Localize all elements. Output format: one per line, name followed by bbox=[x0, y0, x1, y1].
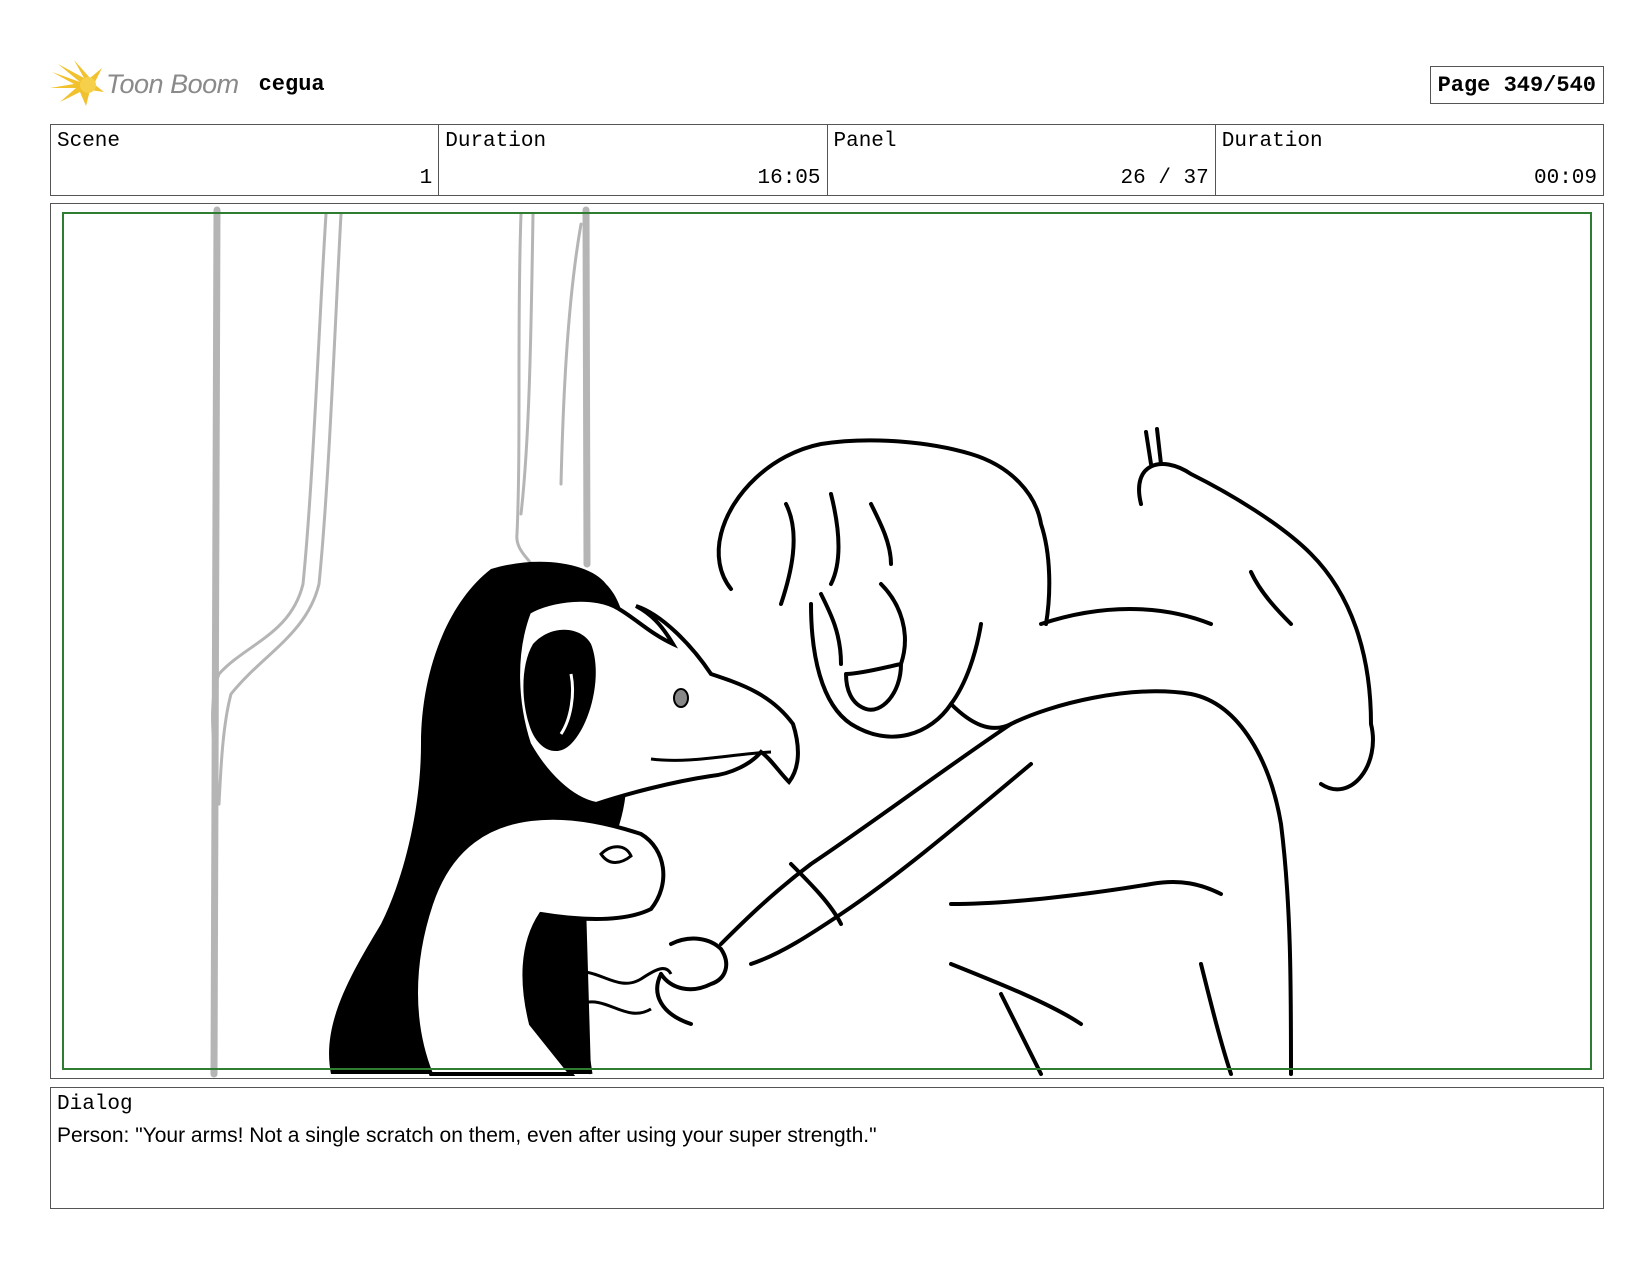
storyboard-panel bbox=[50, 203, 1604, 1079]
page-header: Toon Boom cegua Page 349/540 bbox=[50, 58, 1604, 110]
scene-duration-cell: Duration 16:05 bbox=[439, 125, 828, 195]
dialog-text: Person: "Your arms! Not a single scratch… bbox=[57, 1124, 877, 1147]
scene-cell: Scene 1 bbox=[51, 125, 440, 195]
logo-text: Toon Boom bbox=[106, 68, 239, 99]
dialog-label: Dialog bbox=[57, 1093, 133, 1116]
scene-info-table: Scene 1 Duration 16:05 Panel 26 / 37 Dur… bbox=[50, 124, 1604, 196]
dialog-box: Dialog Person: "Your arms! Not a single … bbox=[50, 1087, 1604, 1209]
toon-boom-star-icon bbox=[50, 60, 104, 106]
panel-cell: Panel 26 / 37 bbox=[828, 125, 1216, 195]
scene-duration-value: 16:05 bbox=[757, 167, 821, 190]
scene-label: Scene bbox=[57, 130, 121, 153]
safe-area-frame bbox=[62, 212, 1592, 1070]
panel-duration-cell: Duration 00:09 bbox=[1216, 125, 1603, 195]
toon-boom-logo: Toon Boom cegua bbox=[50, 58, 325, 110]
panel-duration-value: 00:09 bbox=[1533, 167, 1597, 190]
panel-value: 26 / 37 bbox=[1120, 167, 1209, 190]
panel-label: Panel bbox=[833, 130, 897, 153]
scene-duration-label: Duration bbox=[445, 130, 547, 153]
page-indicator: Page 349/540 bbox=[1429, 66, 1604, 104]
panel-duration-label: Duration bbox=[1221, 130, 1323, 153]
scene-value: 1 bbox=[419, 167, 433, 190]
project-name: cegua bbox=[258, 71, 325, 97]
